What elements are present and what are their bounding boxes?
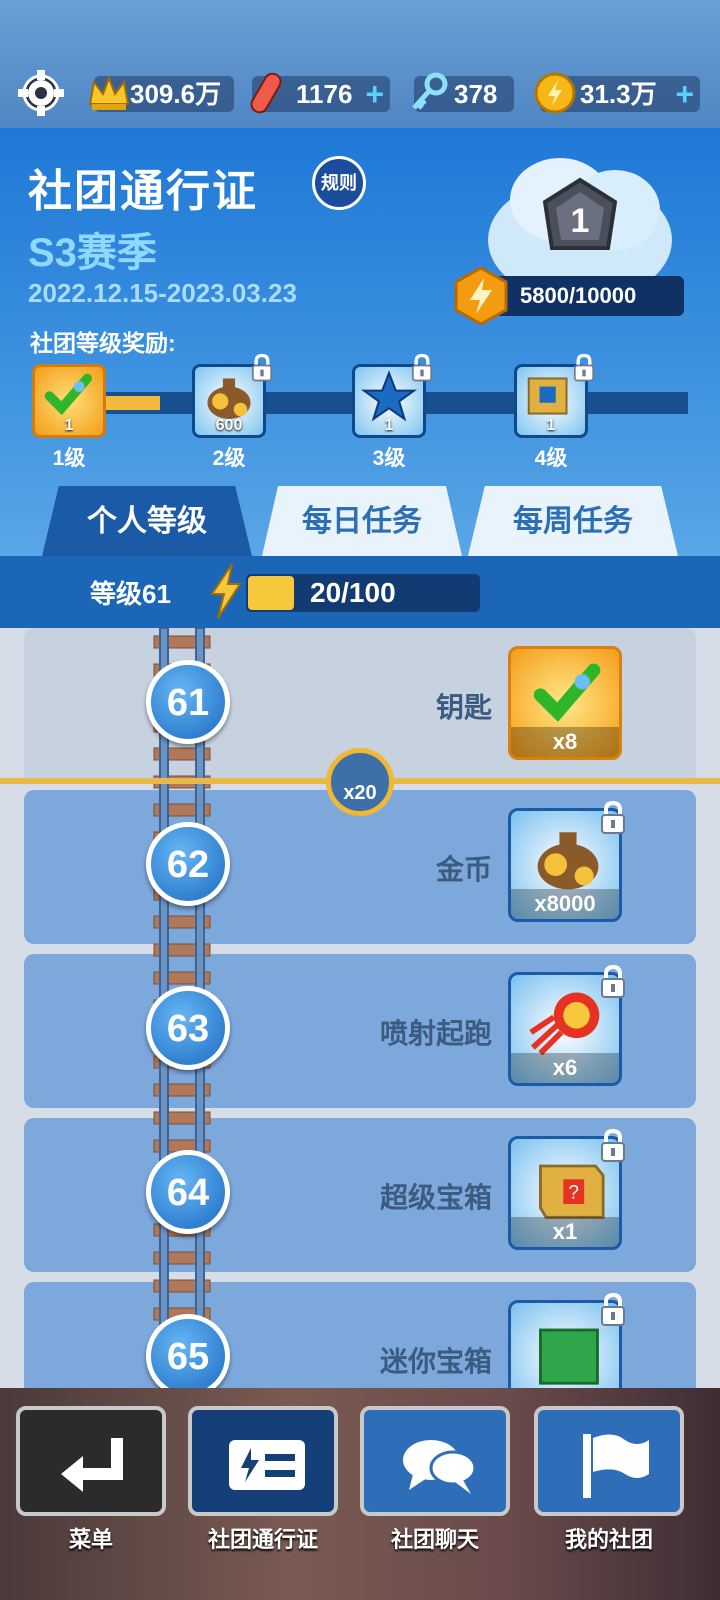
reward-item[interactable]: x8: [508, 646, 622, 760]
tier-number: 1: [571, 202, 590, 240]
hoverboard-value: 1176: [296, 79, 353, 109]
club-reward-count: 1: [546, 417, 556, 434]
hoverboard-icon: [250, 72, 282, 114]
lock-icon: [601, 1128, 625, 1162]
menu-button[interactable]: [16, 1406, 166, 1516]
lock-icon: [412, 353, 432, 382]
bottom-nav: 菜单 社团通行证 社团聊天 我的社团: [0, 1388, 720, 1600]
coin-value: 31.3万: [580, 79, 657, 109]
lock-icon: [252, 353, 272, 382]
personal-level-progress-fill: [248, 576, 294, 610]
reward-name: 迷你宝箱: [379, 1346, 492, 1377]
add-coin-button[interactable]: +: [675, 76, 694, 112]
club-reward-level: 2级: [212, 447, 246, 470]
coin-icon: [534, 72, 576, 114]
club-chat-label: 社团聊天: [390, 1527, 479, 1552]
season-dates: 2022.12.15-2023.03.23: [28, 278, 297, 308]
personal-level-bar: 等级61 20/100: [0, 556, 720, 628]
crown-value: 309.6万: [130, 79, 222, 109]
club-reward-count: 1: [64, 417, 74, 434]
level-number: 64: [146, 1150, 230, 1234]
club-reward-count: 600: [215, 417, 243, 434]
club-pass-label: 社团通行证: [207, 1527, 318, 1552]
flag-icon: [583, 1434, 649, 1498]
personal-level-progress-text: 20/100: [310, 577, 396, 608]
reward-quantity: x8000: [511, 889, 619, 919]
club-reward-tile[interactable]: 1: [32, 364, 106, 438]
personal-level-progress: 20/100: [246, 574, 480, 612]
reward-name: 超级宝箱: [379, 1182, 492, 1213]
club-reward-level: 1级: [52, 447, 86, 470]
tab-weekly-tasks[interactable]: 每周任务: [468, 486, 678, 556]
reward-name: 金币: [435, 854, 492, 885]
crown-counter: 309.6万: [88, 75, 234, 112]
gear-icon[interactable]: [16, 68, 66, 118]
xp-bolt-icon: [454, 266, 508, 326]
level-number: 63: [146, 986, 230, 1070]
club-xp-text: 5800/10000: [520, 283, 637, 308]
lock-icon: [601, 964, 625, 998]
level-number: 62: [146, 822, 230, 906]
club-reward-tile[interactable]: 1: [514, 353, 594, 438]
reward-quantity: x6: [511, 1053, 619, 1083]
hoverboard-counter: 1176 +: [250, 72, 390, 114]
menu-label: 菜单: [68, 1527, 113, 1552]
club-pass-button[interactable]: [188, 1406, 338, 1516]
add-hoverboard-button[interactable]: +: [365, 76, 384, 112]
key-check-icon: [44, 373, 92, 416]
season-label: S3赛季: [28, 231, 157, 275]
reward-name: 钥匙: [435, 692, 492, 723]
my-club-label: 我的社团: [564, 1527, 653, 1552]
club-chat-button[interactable]: [360, 1406, 510, 1516]
rules-button[interactable]: 规则: [312, 156, 366, 210]
reward-quantity: x8: [511, 727, 619, 757]
personal-level-label: 等级61: [90, 579, 171, 609]
club-reward-level: 3级: [372, 447, 406, 470]
tab-daily-tasks[interactable]: 每日任务: [262, 486, 462, 556]
lightning-icon: [210, 563, 242, 619]
pass-ticket-icon: [229, 1440, 305, 1490]
level-reward-list[interactable]: 钥匙 x8 金币 x8000 喷射起跑 x6 超级宝箱? x1 迷你宝箱 x20 61 62 63 6…: [0, 628, 720, 1388]
coin-counter: 31.3万 +: [534, 72, 700, 114]
reward-name: 喷射起跑: [379, 1018, 492, 1049]
lock-icon: [601, 800, 625, 834]
club-reward-tile[interactable]: 1: [352, 353, 432, 438]
club-reward-count: 1: [384, 417, 394, 434]
key-value: 378: [454, 79, 498, 109]
page-title: 社团通行证: [28, 167, 258, 216]
return-arrow-icon: [61, 1438, 123, 1492]
crown-icon: [88, 75, 130, 110]
reward-quantity: x1: [511, 1217, 619, 1247]
club-reward-level: 4级: [534, 447, 568, 470]
svg-text:?: ?: [568, 1182, 579, 1203]
level-number: 61: [146, 660, 230, 744]
chat-bubbles-icon: [403, 1440, 477, 1494]
key-icon: [412, 72, 448, 110]
milestone-badge[interactable]: x20: [326, 748, 394, 816]
key-check-icon: [533, 663, 601, 722]
top-resource-bar: 309.6万 1176 + 378 31.3万 +: [0, 0, 720, 128]
club-reward-tile[interactable]: 600: [192, 353, 272, 438]
lock-icon: [574, 353, 594, 382]
key-counter: 378: [412, 72, 514, 112]
level-number: 65: [146, 1314, 230, 1388]
club-rewards-label: 社团等级奖励:: [30, 330, 176, 356]
tab-personal-level[interactable]: 个人等级: [42, 486, 252, 556]
my-club-button[interactable]: [534, 1406, 684, 1516]
lock-icon: [601, 1292, 625, 1326]
